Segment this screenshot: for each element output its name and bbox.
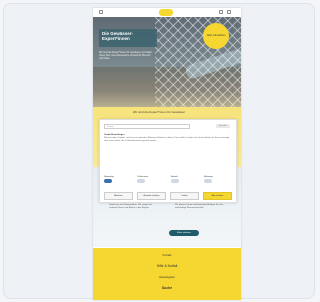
cookie-search-field[interactable]: Suchen <box>104 124 190 129</box>
cookie-consent-dialog: Suchen Emscher Cookie-Einstellungen Wir … <box>99 119 237 203</box>
accept-all-button[interactable]: Alle erlauben <box>203 192 232 200</box>
footer-contact[interactable]: Kontakt <box>93 254 241 257</box>
content-column-right: Wir planen, bauen und betreiben Anlagen … <box>175 204 224 209</box>
cookie-logo: Emscher <box>216 124 230 128</box>
cookie-actions: Ablehnen Auswahl erlauben Details Alle e… <box>104 192 232 200</box>
cookie-option-necessary[interactable]: Notwendig <box>104 176 132 188</box>
deny-button[interactable]: Ablehnen <box>104 192 133 200</box>
toggle-switch[interactable] <box>137 179 146 183</box>
more-button[interactable]: Mehr erfahren <box>169 230 199 236</box>
footer-whistleblower[interactable]: Hinweisgeber <box>93 276 241 279</box>
content-column-left: Gewässer sind Lebensadern. Wir sorgen fü… <box>109 204 152 209</box>
cookie-option-label: Statistik <box>170 176 178 178</box>
cookie-text: Wir verwenden Cookies, um Ihnen ein opti… <box>104 137 230 142</box>
section-title: Wir sind die Expert*innen für Gewässer <box>132 110 186 114</box>
hero-text: Wir sind die Expert*innen für Gewässer u… <box>99 51 153 60</box>
toggle-switch[interactable] <box>170 179 179 183</box>
cookie-option-label: Präferenzen <box>137 176 149 178</box>
hero-badge-label: Jetzt mitmachen <box>206 34 226 38</box>
cookie-option-statistics[interactable]: Statistik <box>170 176 199 188</box>
hero-title: Die Gewässer- Expert*innen <box>102 31 134 41</box>
hero-title-box: Die Gewässer- Expert*innen <box>99 29 157 47</box>
cookie-options: Notwendig Präferenzen Statistik Marketin… <box>104 176 232 188</box>
cookie-option-preferences[interactable]: Präferenzen <box>137 176 165 188</box>
toggle-switch[interactable] <box>203 179 212 183</box>
website-preview: Die Gewässer- Expert*innen Wir sind die … <box>93 8 241 300</box>
brand-logo[interactable] <box>159 9 173 16</box>
hero-badge[interactable]: Jetzt mitmachen <box>203 23 229 49</box>
user-icon[interactable] <box>227 10 231 14</box>
footer-help[interactable]: Hilfe & Notfall <box>93 264 241 268</box>
details-button[interactable]: Details <box>170 192 199 200</box>
hero-section: Die Gewässer- Expert*innen Wir sind die … <box>93 17 241 107</box>
footer-search[interactable]: Suche <box>93 286 241 290</box>
cookie-option-label: Marketing <box>203 176 213 178</box>
cookie-option-marketing[interactable]: Marketing <box>203 176 232 188</box>
footer: Kontakt Hilfe & Notfall Hinweisgeber Suc… <box>93 248 241 300</box>
menu-icon[interactable] <box>99 10 103 14</box>
allow-selection-button[interactable]: Auswahl erlauben <box>137 192 166 200</box>
content-columns: Gewässer sind Lebensadern. Wir sorgen fü… <box>109 204 225 210</box>
cookie-body: Cookie-Einstellungen Wir verwenden Cooki… <box>104 134 232 143</box>
cookie-option-label: Notwendig <box>104 176 114 178</box>
toggle-switch[interactable] <box>104 179 112 183</box>
search-icon[interactable] <box>219 10 223 14</box>
